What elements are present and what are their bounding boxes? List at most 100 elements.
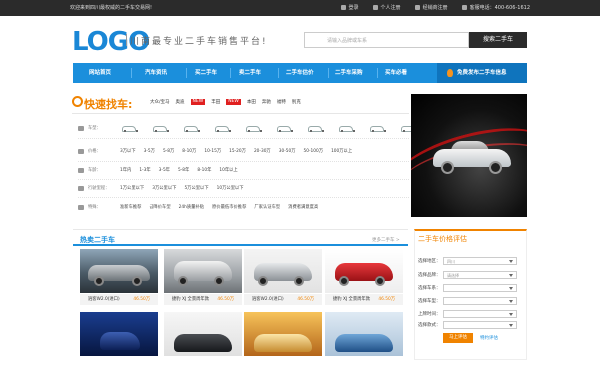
filter-option[interactable]: 3万公里以下	[152, 185, 176, 191]
series-select[interactable]	[443, 284, 517, 292]
filter-option[interactable]: 5-8万	[163, 148, 174, 154]
calendar-icon	[78, 167, 84, 173]
car-type-hatchback-icon[interactable]	[151, 125, 169, 132]
divider	[73, 229, 408, 230]
personal-register-link[interactable]: 个人注册	[372, 4, 401, 11]
car-card[interactable]	[325, 312, 403, 369]
slogan-divider	[126, 34, 127, 46]
filter-option[interactable]: 30-50万	[279, 148, 296, 154]
filter-option[interactable]: 1-3年	[139, 167, 150, 173]
filter-option[interactable]: 10年以上	[219, 167, 237, 173]
car-photo	[325, 249, 403, 293]
brand-link[interactable]: 大众/宝马	[150, 99, 170, 105]
filter-option[interactable]: 8-10年	[197, 167, 211, 173]
car-caption: 捷豹 XJ 全景周年款 46.50万	[164, 294, 242, 305]
car-card[interactable]: 捷豹 XJ 全景周年款 46.50万	[325, 249, 403, 306]
car-price: 46.50万	[297, 297, 314, 302]
filter-option[interactable]: 5万公里以下	[184, 185, 208, 191]
car-photo	[164, 312, 242, 356]
filter-option[interactable]: 24h质量补贴	[179, 204, 204, 210]
nav-home[interactable]: 网站首页	[89, 63, 111, 83]
brand-link[interactable]: 奥迪	[176, 99, 185, 105]
car-type-van-icon[interactable]	[368, 125, 386, 132]
nav-purchase[interactable]: 二手车采购	[335, 63, 363, 83]
filter-option[interactable]: 消费者满意度高	[288, 204, 318, 210]
nav-divider	[328, 68, 329, 78]
brand-link[interactable]: 福特	[277, 99, 286, 105]
filter-option[interactable]: 5-8年	[178, 167, 189, 173]
valuation-label: 选择款式：	[418, 323, 441, 328]
car-caption: 捷豹 XJ 全景周年款 46.50万	[325, 294, 403, 305]
brand-list: 大众/宝马 奥迪 NEW 丰田 NEW 本田 奔驰 福特 别克	[150, 99, 301, 105]
filter-option[interactable]: 20-30万	[254, 148, 271, 154]
nav-sell[interactable]: 卖二手车	[239, 63, 261, 83]
login-link[interactable]: 登录	[340, 4, 359, 11]
nav-divider	[186, 68, 187, 78]
nav-divider	[377, 68, 378, 78]
filter-option[interactable]: 3万以下	[120, 148, 136, 154]
car-card[interactable]: 逍客W2.0(进口) 46.50万	[80, 249, 158, 306]
evaluate-button[interactable]: 马上评估	[443, 333, 473, 343]
filter-option[interactable]: 1万公里以下	[120, 185, 144, 191]
brand-link[interactable]: 丰田	[211, 99, 220, 105]
car-photo	[80, 249, 158, 293]
brand-link[interactable]: 本田	[247, 99, 256, 105]
more-cars-link[interactable]: 更多二手车 >	[372, 237, 400, 243]
car-card[interactable]	[244, 312, 322, 369]
filter-option[interactable]: 3-5万	[144, 148, 155, 154]
filter-option[interactable]: 1年内	[120, 167, 131, 173]
car-card[interactable]	[164, 312, 242, 369]
car-wheel	[441, 161, 454, 174]
car-name: 逍客W2.0(进口)	[252, 297, 284, 302]
filter-option[interactable]: 8-10万	[182, 148, 196, 154]
car-photo	[244, 312, 322, 356]
car-type-suv-icon[interactable]	[244, 125, 262, 132]
car-type-mpv-icon[interactable]	[275, 125, 293, 132]
nav-free-post[interactable]: 免费发布二手车信息	[437, 63, 527, 83]
nav-buy[interactable]: 买二手车	[195, 63, 217, 83]
filter-option[interactable]: 50-100万	[304, 148, 324, 154]
brand-link[interactable]: 奔驰	[262, 99, 271, 105]
nav-guide[interactable]: 买车必看	[385, 63, 407, 83]
search-input[interactable]: 请输入品牌或车系	[304, 32, 469, 48]
filter-option[interactable]: 原价最低市价推荐	[212, 204, 246, 210]
nav-valuation[interactable]: 二手车估价	[286, 63, 314, 83]
car-type-wagon-icon[interactable]	[306, 125, 324, 132]
filter-option[interactable]: 급降价车型	[149, 204, 170, 210]
filter-option[interactable]: 100万以上	[331, 148, 352, 154]
registration-date-select[interactable]	[443, 310, 517, 318]
filter-option[interactable]: 15-20万	[229, 148, 246, 154]
car-card[interactable]: 捷豹 XJ 全景周年款 46.50万	[164, 249, 242, 306]
car-card[interactable]: 逍客W2.0(进口) 46.50万	[244, 249, 322, 306]
car-type-compact-icon[interactable]	[182, 125, 200, 132]
new-badge: NEW	[190, 99, 206, 105]
filter-option[interactable]: 10万公里以下	[217, 185, 244, 191]
filter-option[interactable]: 3-5年	[159, 167, 170, 173]
nav-free-post-label: 免费发布二手车信息	[457, 70, 507, 76]
car-price: 46.50万	[133, 297, 150, 302]
quick-find-title: 快速找车:	[84, 98, 133, 111]
promo-banner[interactable]	[411, 94, 527, 217]
user-icon	[340, 5, 346, 10]
filter-option[interactable]: 准新车推荐	[120, 204, 141, 210]
new-badge: NEW	[226, 99, 241, 105]
car-card[interactable]	[80, 312, 158, 369]
dealer-register-link[interactable]: 经销商注册	[414, 4, 448, 11]
region-select[interactable]: 四川	[443, 257, 517, 265]
car-type-pickup-icon[interactable]	[337, 125, 355, 132]
special-valuation-link[interactable]: 特约评估	[480, 335, 498, 341]
search-button[interactable]: 搜索二手车	[469, 32, 527, 48]
style-select[interactable]	[443, 321, 517, 329]
divider	[78, 179, 409, 180]
brand-select[interactable]: 请选择	[443, 271, 517, 279]
brand-link[interactable]: 别克	[292, 99, 301, 105]
filter-option[interactable]: 厂家认证车型	[254, 204, 280, 210]
divider	[78, 197, 409, 198]
filter-option[interactable]: 10-15万	[204, 148, 221, 154]
car-type-coupe-icon[interactable]	[213, 125, 231, 132]
car-body	[254, 334, 312, 352]
car-type-sedan-icon[interactable]	[120, 125, 138, 132]
nav-news[interactable]: 汽车资讯	[145, 63, 167, 83]
model-select[interactable]	[443, 297, 517, 305]
car-price: 46.50万	[378, 297, 395, 302]
